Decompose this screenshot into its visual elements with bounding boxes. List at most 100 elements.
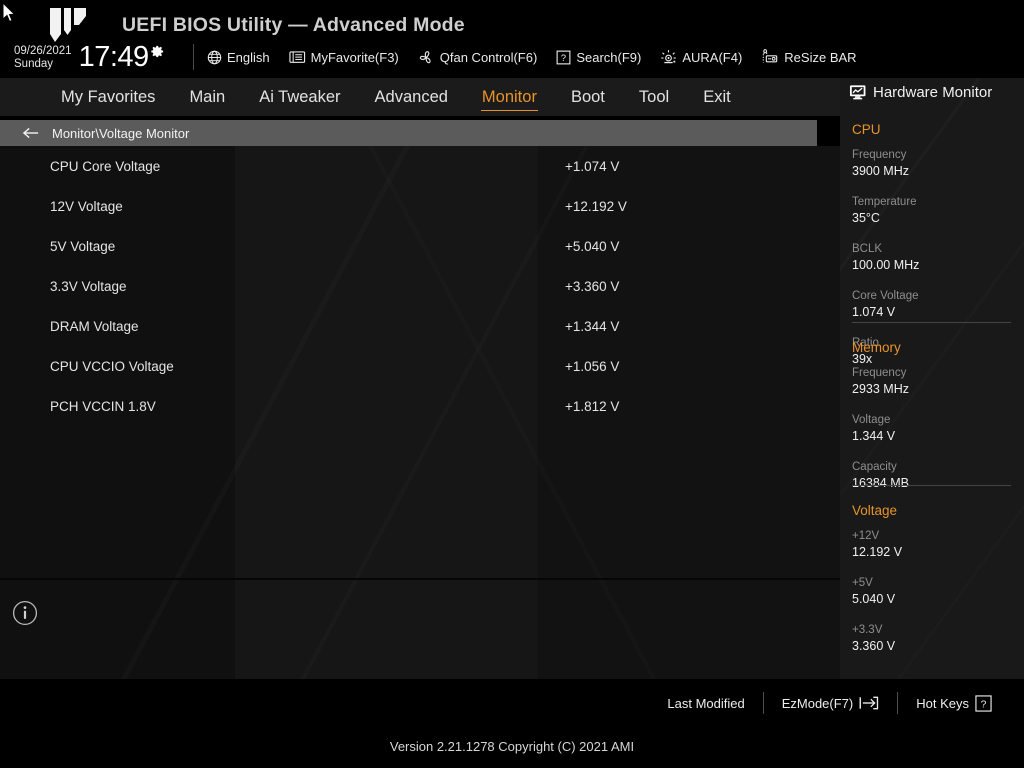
ezmode-arrow-icon [859, 695, 879, 711]
main-content-panel: CPU Core Voltage +1.074 V 12V Voltage +1… [0, 146, 840, 679]
metric-value: 100.00 MHz [852, 257, 936, 274]
row-label: 12V Voltage [50, 199, 123, 214]
row-value: +1.812 V [565, 399, 619, 414]
tab-boot[interactable]: Boot [554, 86, 622, 108]
arrow-left-icon[interactable] [22, 126, 40, 140]
section-title-memory: Memory [852, 340, 1012, 355]
header-toolbar: English MyFavorite(F3) [207, 45, 857, 69]
bottom-actions: Last Modified EzMode(F7) Hot Keys ? [649, 691, 1010, 715]
table-row[interactable]: CPU Core Voltage +1.074 V [0, 146, 840, 186]
section-title-voltage: Voltage [852, 503, 1012, 518]
favorites-list-icon [289, 50, 306, 64]
toolbar-label-language: English [227, 50, 270, 65]
metric-key: +5V [852, 576, 936, 591]
tab-exit[interactable]: Exit [686, 86, 748, 108]
toolbar-item-aura[interactable]: AURA(F4) [660, 49, 742, 65]
hot-keys-button[interactable]: Hot Keys ? [898, 695, 1010, 712]
table-row[interactable]: PCH VCCIN 1.8V +1.812 V [0, 386, 840, 426]
toolbar-label-qfan-control: Qfan Control(F6) [440, 50, 538, 65]
section-title-cpu: CPU [852, 122, 1012, 137]
row-label: PCH VCCIN 1.8V [50, 399, 156, 414]
metric-voltage-12v: +12V 12.192 V [852, 529, 936, 561]
metric-key: Frequency [852, 148, 936, 163]
version-text: Version 2.21.1278 Copyright (C) 2021 AMI [0, 739, 1024, 754]
metric-key: BCLK [852, 242, 936, 257]
svg-text:?: ? [561, 53, 566, 63]
row-value: +1.074 V [565, 159, 619, 174]
gear-icon[interactable] [150, 44, 165, 59]
table-row[interactable]: 3.3V Voltage +3.360 V [0, 266, 840, 306]
tab-my-favorites[interactable]: My Favorites [44, 86, 172, 108]
row-label: DRAM Voltage [50, 319, 139, 334]
metric-key: +3.3V [852, 623, 1012, 638]
table-row[interactable]: 5V Voltage +5.040 V [0, 226, 840, 266]
question-box-icon: ? [556, 50, 571, 65]
metric-cpu-frequency: Frequency 3900 MHz [852, 148, 936, 180]
tab-main[interactable]: Main [172, 86, 242, 108]
breadcrumb-bar[interactable]: Monitor\Voltage Monitor [0, 120, 817, 146]
last-modified-button[interactable]: Last Modified [649, 696, 762, 711]
content-divider [0, 578, 840, 580]
row-value: +3.360 V [565, 279, 619, 294]
metric-key: Frequency [852, 366, 936, 381]
sidebar-title: Hardware Monitor [873, 84, 992, 101]
hardware-monitor-sidebar: Hardware Monitor CPU Frequency 3900 MHz … [840, 78, 1024, 768]
metric-key: Capacity [852, 460, 1012, 475]
metric-value: 1.074 V [852, 304, 936, 321]
metric-value: 3.360 V [852, 638, 1012, 655]
metric-cpu-temperature: Temperature 35°C [852, 195, 936, 227]
toolbar-label-aura: AURA(F4) [682, 50, 742, 65]
hardware-monitor-icon [849, 84, 867, 101]
metric-key: Voltage [852, 413, 936, 428]
toolbar-item-myfavorite[interactable]: MyFavorite(F3) [289, 50, 399, 65]
last-modified-label: Last Modified [667, 696, 744, 711]
table-row[interactable]: 12V Voltage +12.192 V [0, 186, 840, 226]
metric-memory-voltage: Voltage 1.344 V [852, 413, 936, 445]
current-time: 17:49 [79, 42, 149, 72]
table-row[interactable]: DRAM Voltage +1.344 V [0, 306, 840, 346]
resize-bar-icon [761, 49, 779, 65]
row-value: +12.192 V [565, 199, 627, 214]
aura-lighting-icon [660, 49, 677, 65]
toolbar-label-resize-bar: ReSize BAR [784, 50, 856, 65]
metric-value: 1.344 V [852, 428, 936, 445]
table-row[interactable]: CPU VCCIO Voltage +1.056 V [0, 346, 840, 386]
current-weekday: Sunday [14, 58, 72, 71]
metric-value: 5.040 V [852, 591, 936, 608]
info-circle-icon[interactable] [12, 600, 38, 626]
current-date: 09/26/2021 [14, 45, 72, 58]
tab-ai-tweaker[interactable]: Ai Tweaker [242, 86, 357, 108]
metric-voltage-3v3: +3.3V 3.360 V [852, 623, 1012, 655]
metric-value: 16384 MB [852, 475, 1012, 492]
mouse-arrow-cursor-icon [2, 2, 16, 24]
tab-advanced[interactable]: Advanced [358, 86, 465, 108]
tab-monitor[interactable]: Monitor [465, 86, 554, 108]
sidebar-section-voltage: Voltage +12V 12.192 V +5V 5.040 V +3.3V … [852, 503, 1012, 670]
fan-icon [418, 50, 435, 65]
toolbar-item-qfan-control[interactable]: Qfan Control(F6) [418, 50, 538, 65]
voltage-monitor-list: CPU Core Voltage +1.074 V 12V Voltage +1… [0, 146, 840, 426]
toolbar-item-language[interactable]: English [207, 50, 270, 65]
row-label: CPU Core Voltage [50, 159, 160, 174]
ezmode-button[interactable]: EzMode(F7) [764, 695, 898, 711]
tab-tool[interactable]: Tool [622, 86, 686, 108]
toolbar-item-resize-bar[interactable]: ReSize BAR [761, 49, 856, 65]
ezmode-label: EzMode(F7) [782, 696, 854, 711]
tuf-gaming-logo [44, 4, 92, 46]
toolbar-item-search[interactable]: ? Search(F9) [556, 50, 641, 65]
page-title: UEFI BIOS Utility — Advanced Mode [122, 14, 465, 37]
toolbar-label-search: Search(F9) [576, 50, 641, 65]
metric-value: 2933 MHz [852, 381, 936, 398]
question-box-icon: ? [975, 695, 992, 712]
row-label: 3.3V Voltage [50, 279, 127, 294]
metric-cpu-bclk: BCLK 100.00 MHz [852, 242, 936, 274]
metric-value: 12.192 V [852, 544, 936, 561]
date-time-display: 09/26/2021 Sunday 17:49 [14, 42, 165, 72]
header-bar: UEFI BIOS Utility — Advanced Mode 09/26/… [0, 0, 1024, 78]
bottom-status-bar: Last Modified EzMode(F7) Hot Keys ? [0, 679, 1024, 768]
sidebar-section-memory: Memory Frequency 2933 MHz Voltage 1.344 … [852, 340, 1012, 507]
row-value: +5.040 V [565, 239, 619, 254]
metric-key: +12V [852, 529, 936, 544]
svg-text:?: ? [981, 699, 987, 710]
metric-value: 35°C [852, 210, 936, 227]
